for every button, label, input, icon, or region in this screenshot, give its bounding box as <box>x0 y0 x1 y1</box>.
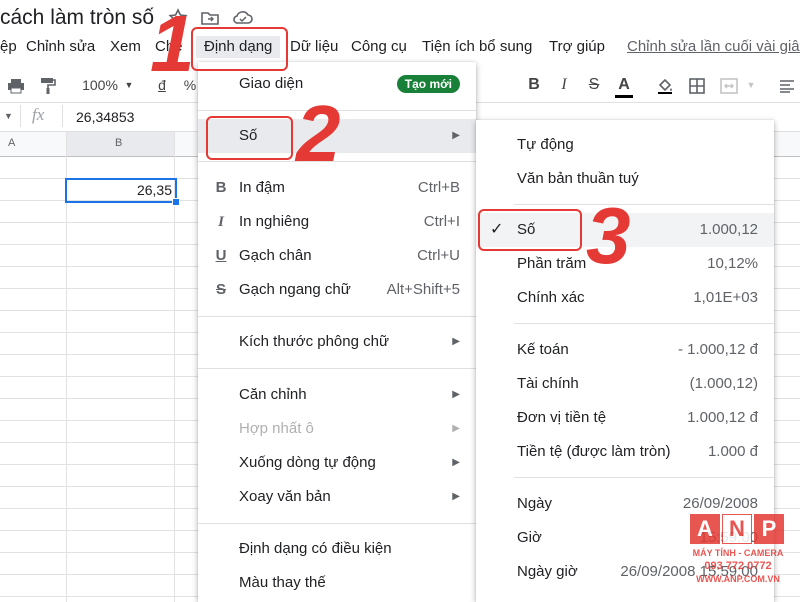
menu-file[interactable]: ệp <box>0 36 17 58</box>
menu-view[interactable]: Xem <box>110 36 141 58</box>
menu-item-rotate[interactable]: Xoay văn bản ▶ <box>198 480 476 514</box>
chevron-right-icon: ▶ <box>452 491 460 502</box>
menu-item-italic[interactable]: I In nghiêng Ctrl+I <box>198 205 476 239</box>
menu-separator <box>198 368 476 369</box>
menu-separator <box>514 477 774 478</box>
chevron-right-icon: ▶ <box>452 457 460 468</box>
number-item-auto[interactable]: Tự động <box>476 128 774 162</box>
chevron-right-icon: ▶ <box>452 423 460 434</box>
text-color-button[interactable]: A <box>613 68 635 102</box>
menu-separator <box>198 316 476 317</box>
print-icon[interactable] <box>4 68 28 102</box>
menu-data[interactable]: Dữ liệu <box>290 36 338 58</box>
chevron-right-icon: ▶ <box>452 389 460 400</box>
align-left-icon[interactable] <box>776 68 798 102</box>
bold-icon: B <box>215 179 227 196</box>
watermark-logo: A N P MÁY TÍNH - CAMERA 093 772 0772 WWW… <box>688 514 788 592</box>
menu-separator <box>514 323 774 324</box>
bold-button[interactable]: B <box>524 68 544 102</box>
number-item-scientific[interactable]: Chính xác 1,01E+03 <box>476 281 774 315</box>
italic-icon: I <box>218 214 224 230</box>
menu-item-alternating-colors[interactable]: Màu thay thế <box>198 566 476 600</box>
step-number-1: 1 <box>150 0 195 88</box>
number-item-currency[interactable]: Đơn vị tiền tệ 1.000,12 đ <box>476 401 774 435</box>
menu-separator <box>198 523 476 524</box>
fx-icon: fx <box>32 105 45 124</box>
formula-divider <box>62 105 63 127</box>
document-title[interactable]: cách làm tròn số <box>0 6 154 30</box>
selected-cell-b2[interactable]: 26,35 <box>65 178 180 206</box>
watermark-line: MÁY TÍNH - CAMERA <box>692 548 784 558</box>
column-header-b[interactable]: B <box>115 137 122 149</box>
menu-bar: ệp Chỉnh sửa Xem Chè Định dạng Dữ liệu C… <box>0 36 800 60</box>
menu-item-merge[interactable]: Hợp nhất ô ▶ <box>198 412 476 446</box>
menu-help[interactable]: Trợ giúp <box>549 36 605 58</box>
menu-addons[interactable]: Tiện ích bổ sung <box>422 36 532 58</box>
chevron-right-icon: ▶ <box>452 130 460 141</box>
fill-color-icon[interactable] <box>654 68 676 102</box>
move-folder-icon[interactable] <box>200 8 220 28</box>
menu-item-wrap[interactable]: Xuống dòng tự động ▶ <box>198 446 476 480</box>
menu-edit[interactable]: Chỉnh sửa <box>26 36 95 58</box>
chevron-down-icon[interactable]: ▼ <box>4 111 13 121</box>
annotation-box-number-item <box>206 116 293 160</box>
annotation-box-format-menu <box>191 27 288 71</box>
number-item-financial[interactable]: Tài chính (1.000,12) <box>476 367 774 401</box>
watermark-phone: 093 772 0772 <box>704 560 772 572</box>
italic-button[interactable]: I <box>554 68 574 102</box>
formula-divider <box>20 105 21 127</box>
menu-item-underline[interactable]: U Gạch chân Ctrl+U <box>198 239 476 273</box>
cloud-saved-icon[interactable] <box>232 8 253 28</box>
cell-b2-value: 26,35 <box>136 182 172 198</box>
menu-item-strikethrough[interactable]: S Gạch ngang chữ Alt+Shift+5 <box>198 273 476 307</box>
paint-format-icon[interactable] <box>36 68 60 102</box>
underline-icon: U <box>215 247 227 264</box>
menu-tools[interactable]: Công cụ <box>351 36 407 58</box>
merge-cells-icon[interactable] <box>718 68 740 102</box>
borders-icon[interactable] <box>686 68 708 102</box>
last-edit-link[interactable]: Chỉnh sửa lần cuối vài giây <box>627 36 800 58</box>
chevron-right-icon: ▶ <box>452 336 460 347</box>
menu-item-align[interactable]: Căn chỉnh ▶ <box>198 378 476 412</box>
column-header-a[interactable]: A <box>8 137 15 149</box>
watermark-letter: A <box>690 514 720 544</box>
menu-separator <box>514 204 774 205</box>
step-number-2: 2 <box>296 89 341 178</box>
new-badge: Tạo mới <box>396 75 460 93</box>
strikethrough-icon: S <box>215 281 226 298</box>
number-item-accounting[interactable]: Kế toán - 1.000,12 đ <box>476 333 774 367</box>
watermark-url: WWW.ANP.COM.VN <box>696 574 780 584</box>
text-color-bar <box>615 95 633 98</box>
formula-input[interactable]: 26,34853 <box>76 109 134 125</box>
chevron-down-icon[interactable]: ▼ <box>744 68 758 102</box>
menu-item-font-size[interactable]: Kích thước phông chữ ▶ <box>198 325 476 359</box>
annotation-box-number-format <box>478 209 582 251</box>
watermark-letter: N <box>722 514 752 544</box>
watermark-letter: P <box>754 514 784 544</box>
menu-item-conditional-format[interactable]: Định dạng có điều kiện <box>198 532 476 566</box>
fill-handle[interactable] <box>172 198 180 206</box>
chevron-down-icon[interactable]: ▼ <box>122 68 136 102</box>
number-item-currency-rounded[interactable]: Tiền tệ (được làm tròn) 1.000 đ <box>476 435 774 469</box>
zoom-select[interactable]: 100% <box>80 68 120 102</box>
strikethrough-button[interactable]: S <box>584 68 604 102</box>
step-number-3: 3 <box>586 191 631 280</box>
